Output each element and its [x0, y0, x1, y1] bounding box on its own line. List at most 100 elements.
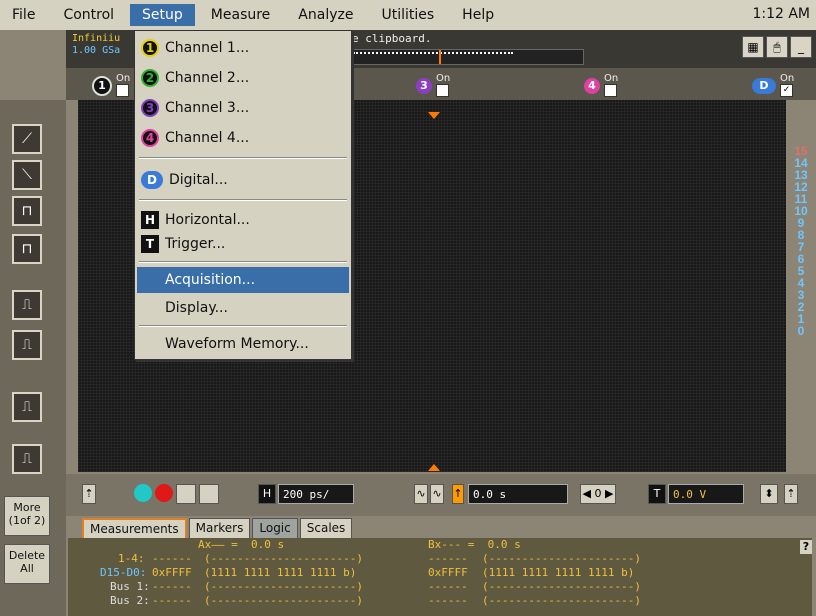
falling-edge-trigger-icon[interactable]: ⟍ — [12, 160, 42, 190]
delay-adjust-control[interactable]: ◀ 0 ▶ — [580, 484, 616, 504]
menu-item-waveform-memory[interactable]: Waveform Memory... — [137, 331, 349, 357]
more-button[interactable]: More (1of 2) — [4, 496, 50, 536]
menu-separator — [139, 261, 347, 263]
setup-menu: 1 Channel 1... 2 Channel 2... 3 Channel … — [134, 30, 352, 360]
digital-channel-number: 0 — [797, 324, 805, 338]
print-icon[interactable] — [199, 484, 219, 504]
menu-bar: File Control Setup Measure Analyze Utili… — [0, 0, 816, 31]
linear-icon[interactable]: ∿ — [430, 484, 444, 504]
row-value: 0xFFFF — [152, 566, 192, 579]
menu-separator — [139, 325, 347, 327]
delay-field[interactable]: 0.0 s — [468, 484, 568, 504]
mouse-icon[interactable]: 🖱 — [766, 36, 788, 58]
delete-all-button[interactable]: Delete All — [4, 544, 50, 584]
digital-checkbox[interactable]: ✓ — [780, 84, 793, 97]
channel-1-checkbox[interactable] — [116, 84, 129, 97]
menu-setup[interactable]: Setup — [130, 4, 195, 26]
clipboard-message: e clipboard. — [352, 32, 432, 45]
layout-icon[interactable]: ▦ — [742, 36, 764, 58]
row-value: (----------------------) — [204, 552, 363, 565]
fall-time-icon[interactable]: ⎍ — [12, 392, 42, 422]
analysis-tabs: Measurements Markers Logic Scales — [82, 518, 353, 540]
tab-markers[interactable]: Markers — [188, 518, 251, 540]
menu-item-channel-2[interactable]: 2 Channel 2... — [137, 65, 349, 91]
digital-toggle[interactable]: D On ✓ — [752, 74, 794, 97]
menu-item-channel-1[interactable]: 1 Channel 1... — [137, 35, 349, 61]
sin-x-icon[interactable]: ∿ — [414, 484, 428, 504]
menu-measure[interactable]: Measure — [199, 4, 283, 26]
digital-channel-labels: 15 14 13 12 11 10 9 8 7 6 5 4 3 2 1 0 — [790, 145, 812, 337]
horizontal-icon: H — [141, 211, 159, 229]
row-label: Bus 2: — [110, 594, 150, 607]
menu-help[interactable]: Help — [450, 4, 506, 26]
row-value: (----------------------) — [482, 552, 641, 565]
menu-utilities[interactable]: Utilities — [369, 4, 446, 26]
tab-measurements[interactable]: Measurements — [82, 518, 187, 540]
menu-control[interactable]: Control — [51, 4, 126, 26]
system-icons: ▦ 🖱 _ — [742, 36, 812, 58]
timebase-field[interactable]: 200 ps/ — [278, 484, 354, 504]
row-value: ------ — [428, 594, 468, 607]
channel-3-toggle[interactable]: 3 On — [416, 74, 450, 97]
minimize-icon[interactable]: _ — [790, 36, 812, 58]
menu-analyze[interactable]: Analyze — [286, 4, 365, 26]
logic-panel: Ax—— = 0.0 s Bx--- = 0.0 s 1-4: ------ (… — [68, 538, 812, 616]
menu-item-horizontal[interactable]: H Horizontal... — [137, 207, 349, 233]
channel-4-toggle[interactable]: 4 On — [584, 74, 618, 97]
amplitude-icon[interactable]: ⎍ — [12, 330, 42, 360]
channel-4-icon: 4 — [141, 129, 159, 147]
status-text: Infiniiu 1.00 GSa — [72, 33, 120, 57]
row-value: (1111 1111 1111 1111 b) — [204, 566, 357, 579]
channel-3-checkbox[interactable] — [436, 84, 449, 97]
tab-scales[interactable]: Scales — [299, 518, 353, 540]
trigger-icon: T — [141, 235, 159, 253]
stop-icon[interactable] — [155, 484, 173, 502]
row-value: 0xFFFF — [428, 566, 468, 579]
bx-marker-value: Bx--- = 0.0 s — [428, 538, 521, 551]
scroll-up-icon-right[interactable]: ⇡ — [784, 484, 798, 504]
rise-time-icon[interactable]: ⎍ — [12, 290, 42, 320]
email-icon[interactable] — [176, 484, 196, 504]
period-icon[interactable]: ⊓ — [12, 234, 42, 264]
menu-item-digital[interactable]: D Digital... — [137, 167, 349, 193]
waveform-overview — [352, 49, 584, 65]
row-value: ------ — [428, 552, 468, 565]
delay-measure-icon[interactable]: ⎍ — [12, 444, 42, 474]
clock: 1:12 AM — [752, 6, 810, 22]
status-line-2: 1.00 GSa — [72, 45, 121, 56]
row-value: (1111 1111 1111 1111 b) — [482, 566, 635, 579]
menu-separator — [139, 157, 347, 159]
channel-3-icon: 3 — [141, 99, 159, 117]
menu-item-channel-3[interactable]: 3 Channel 3... — [137, 95, 349, 121]
row-label: 1-4: — [118, 552, 145, 565]
scroll-up-icon[interactable]: ⇡ — [82, 484, 96, 504]
trigger-position-marker[interactable] — [428, 112, 440, 119]
row-value: ------ — [428, 580, 468, 593]
pulse-width-icon[interactable]: ⊓ — [12, 196, 42, 226]
row-value: ------ — [152, 552, 192, 565]
trigger-level-field[interactable]: 0.0 V — [668, 484, 744, 504]
trigger-icon: T — [648, 484, 666, 504]
help-button[interactable]: ? — [800, 540, 812, 554]
row-value: ------ — [152, 580, 192, 593]
menu-item-trigger[interactable]: T Trigger... — [137, 231, 349, 257]
menu-item-display[interactable]: Display... — [137, 295, 349, 321]
menu-file[interactable]: File — [0, 4, 47, 26]
rising-edge-trigger-icon[interactable]: ⟋ — [12, 124, 42, 154]
channel-1-toggle[interactable]: 1 On — [92, 74, 130, 97]
row-label: D15-D0: — [100, 566, 147, 579]
row-value: (----------------------) — [204, 594, 363, 607]
digital-icon: D — [141, 171, 163, 189]
menu-item-channel-4[interactable]: 4 Channel 4... — [137, 125, 349, 151]
channel-1-icon: 1 — [141, 39, 159, 57]
trigger-level-spinner[interactable]: ⬍ — [760, 484, 778, 504]
channel-4-checkbox[interactable] — [604, 84, 617, 97]
run-icon[interactable] — [134, 484, 152, 502]
digital-icon: D — [752, 77, 776, 94]
channel-1-icon: 1 — [92, 75, 112, 96]
time-reference-marker[interactable] — [428, 464, 440, 471]
menu-item-acquisition[interactable]: Acquisition... — [137, 267, 349, 293]
tab-logic[interactable]: Logic — [252, 518, 298, 540]
channel-4-icon: 4 — [584, 77, 600, 94]
ax-marker-value: Ax—— = 0.0 s — [198, 538, 285, 551]
